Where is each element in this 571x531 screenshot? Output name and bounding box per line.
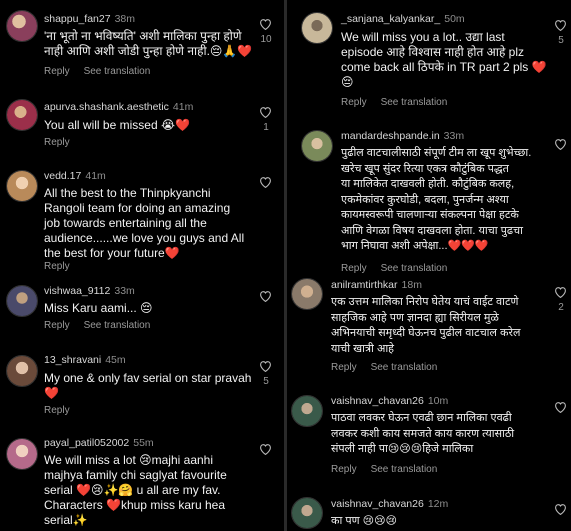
comment-actions: Reply See translation (44, 320, 164, 331)
comment-text: का पण 😢😢😢 (331, 515, 398, 527)
reply-button[interactable]: Reply (44, 66, 70, 77)
see-translation-link[interactable]: See translation (371, 362, 438, 373)
comment-username[interactable]: anilramtirthkar 18m (331, 279, 422, 291)
like-count: 2 (558, 302, 564, 313)
avatar[interactable] (291, 395, 323, 427)
like-count: 1 (263, 122, 269, 133)
comment-username[interactable]: vaishnav_chavan26 10m (331, 395, 448, 407)
avatar[interactable] (6, 170, 38, 202)
comment-text: पाठवा लवकर घेऊन एवढी छान मालिका एवढी लवक… (331, 412, 515, 455)
avatar[interactable] (6, 438, 38, 470)
comment-actions: Reply See translation (331, 464, 451, 475)
heart-icon[interactable] (259, 106, 272, 118)
comment-actions: Reply (44, 405, 84, 416)
heart-icon[interactable] (259, 176, 272, 188)
heart-icon[interactable] (259, 290, 272, 302)
comment-actions: Reply (44, 261, 84, 272)
reply-button[interactable]: Reply (44, 261, 70, 272)
heart-icon[interactable] (259, 18, 272, 30)
like-count: 5 (263, 376, 269, 387)
comment-actions: Reply See translation (341, 263, 461, 274)
see-translation-link[interactable]: See translation (84, 66, 151, 77)
comment-text: Miss Karu aami... 😔 (44, 301, 153, 315)
avatar[interactable] (6, 285, 38, 317)
see-translation-link[interactable]: See translation (84, 320, 151, 331)
comment-username[interactable]: mandardeshpande.in 33m (341, 130, 464, 142)
comment-text: 'ना भूतो ना भविष्यति' अशी मालिका पुन्हा … (44, 29, 253, 58)
comment-actions: Reply See translation (331, 362, 451, 373)
comment-username[interactable]: shappu_fan27 38m (44, 13, 135, 25)
heart-icon[interactable] (554, 286, 567, 298)
comment-text: All the best to the Thinpkyanchi Rangoli… (44, 186, 245, 260)
avatar[interactable] (291, 497, 323, 529)
comment-username[interactable]: 13_shravani 45m (44, 354, 126, 366)
avatar[interactable] (6, 355, 38, 387)
comment-text: We will miss a lot 😢majhi aanhi majhya f… (44, 453, 227, 527)
heart-icon[interactable] (259, 443, 272, 455)
avatar[interactable] (6, 10, 38, 42)
avatar[interactable] (6, 99, 38, 131)
comment-text: पुढील वाटचालीसाठी संपूर्ण टीम ला खूप शुभ… (341, 147, 532, 252)
comment-actions: Reply See translation (341, 97, 461, 108)
like-count: 5 (558, 35, 564, 46)
reply-button[interactable]: Reply (341, 97, 367, 108)
heart-icon[interactable] (554, 401, 567, 413)
comment-username[interactable]: payal_patil052002 55m (44, 437, 154, 449)
avatar[interactable] (291, 278, 323, 310)
heart-icon[interactable] (554, 19, 567, 31)
see-translation-link[interactable]: See translation (381, 97, 448, 108)
comment-text: My one & only fav serial on star pravah … (44, 371, 252, 400)
comment-username[interactable]: vishwaa_9112 33m (44, 285, 135, 297)
see-translation-link[interactable]: See translation (381, 263, 448, 274)
comment-actions: Reply See translation (44, 66, 164, 77)
reply-button[interactable]: Reply (44, 320, 70, 331)
right-comments-panel: _sanjana_kalyankar_ 50m We will miss you … (287, 0, 571, 531)
comment-text: एक उत्तम मालिका निरोप घेतेय याचं वाईट वा… (331, 296, 521, 355)
comment-text: You all will be missed 😭❤️ (44, 118, 190, 132)
heart-icon[interactable] (554, 503, 567, 515)
left-comments-panel: shappu_fan27 38m 'ना भूतो ना भविष्यति' अश… (0, 0, 284, 531)
reply-button[interactable]: Reply (341, 263, 367, 274)
avatar[interactable] (301, 12, 333, 44)
comment-username[interactable]: vedd.17 41m (44, 170, 106, 182)
comment-text: We will miss you a lot.. उद्या last epis… (341, 30, 547, 89)
reply-button[interactable]: Reply (44, 405, 70, 416)
reply-button[interactable]: Reply (44, 137, 70, 148)
avatar[interactable] (301, 130, 333, 162)
see-translation-link[interactable]: See translation (371, 464, 438, 475)
heart-icon[interactable] (259, 360, 272, 372)
reply-button[interactable]: Reply (331, 464, 357, 475)
comment-actions: Reply (44, 137, 84, 148)
heart-icon[interactable] (554, 138, 567, 150)
reply-button[interactable]: Reply (331, 362, 357, 373)
comment-username[interactable]: vaishnav_chavan26 12m (331, 498, 448, 510)
like-count: 10 (260, 34, 272, 45)
comment-username[interactable]: apurva.shashank.aesthetic 41m (44, 101, 193, 113)
comment-username[interactable]: _sanjana_kalyankar_ 50m (341, 13, 465, 25)
